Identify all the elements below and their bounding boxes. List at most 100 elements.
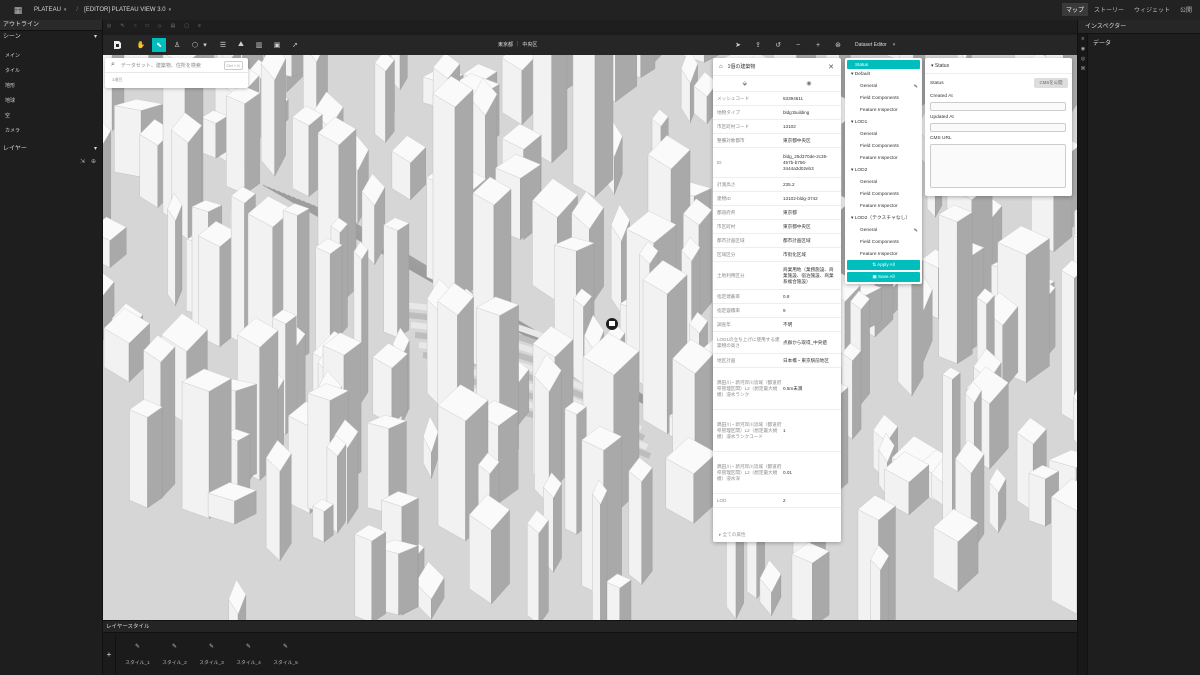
tree-item[interactable]: Field Components bbox=[845, 93, 922, 105]
square-icon[interactable]: □ bbox=[146, 23, 149, 29]
tree-group[interactable]: ▾ LOD1 bbox=[845, 117, 922, 129]
map-icon[interactable]: ▥ bbox=[252, 38, 266, 52]
tab-map[interactable]: マップ bbox=[1061, 3, 1088, 16]
project-name[interactable]: [EDITOR] PLATEAU VIEW 3.0 bbox=[84, 7, 165, 13]
updated-at-label: Updated At bbox=[930, 115, 954, 120]
send-icon[interactable]: ➚ bbox=[288, 38, 302, 52]
apps-grid-icon[interactable]: ▦ bbox=[10, 2, 26, 18]
chevron-down-icon[interactable]: ▾ bbox=[202, 38, 208, 52]
style-item[interactable]: ✎ スタイル_2 bbox=[156, 643, 193, 666]
layer-icon[interactable]: ≡ bbox=[198, 23, 201, 29]
tree-item[interactable]: Feature Inspector bbox=[845, 201, 922, 213]
style-item[interactable]: ✎ スタイル_3 bbox=[193, 643, 230, 666]
circle-icon[interactable]: ○ bbox=[134, 23, 137, 29]
selected-building-marker[interactable] bbox=[606, 318, 618, 330]
attribute-key: LOD bbox=[717, 497, 727, 503]
created-at-field[interactable] bbox=[930, 102, 1066, 111]
code-icon[interactable]: ⌘ bbox=[1078, 64, 1088, 74]
cube-tool-icon[interactable]: ⬡ bbox=[188, 38, 202, 52]
box-icon[interactable]: ▢ bbox=[184, 23, 189, 29]
photo-icon[interactable]: ▣ bbox=[270, 38, 284, 52]
scene-item-terrain[interactable]: 地形 bbox=[0, 79, 102, 94]
tree-item[interactable]: General ✎ bbox=[845, 225, 922, 237]
eye-icon[interactable]: ◉ bbox=[806, 80, 811, 87]
cms-url-field[interactable] bbox=[930, 144, 1066, 188]
dataset-editor-label[interactable]: Dataset Editor bbox=[855, 42, 887, 48]
tab-widget[interactable]: ウィジェット bbox=[1130, 3, 1174, 16]
status-card-title: Status bbox=[934, 63, 950, 69]
scene-header[interactable]: シーン ▾ bbox=[0, 31, 102, 43]
pen-icon[interactable]: ✎ bbox=[120, 23, 124, 29]
scene-item-globe[interactable]: 地球 bbox=[0, 94, 102, 109]
rotate-icon[interactable]: ↺ bbox=[771, 38, 785, 52]
navigation-icon[interactable]: ➤ bbox=[731, 38, 745, 52]
scene-item-tile[interactable]: タイル bbox=[0, 64, 102, 79]
all-attributes-toggle[interactable]: ▸ 全ての属性 bbox=[713, 528, 841, 542]
tab-story[interactable]: ストーリー bbox=[1090, 3, 1128, 16]
tree-item[interactable]: General bbox=[845, 129, 922, 141]
add-style-button[interactable]: + bbox=[103, 634, 116, 675]
attribute-value: 13102 bbox=[783, 123, 796, 129]
chevron-down-icon[interactable]: ▾ bbox=[893, 42, 896, 48]
edit-pencil-icon[interactable]: ✎ bbox=[914, 225, 918, 237]
add-layer-icon[interactable]: ⊕ bbox=[91, 158, 96, 165]
scene-item-sky[interactable]: 空 bbox=[0, 109, 102, 124]
workspace-name[interactable]: PLATEAU bbox=[34, 7, 61, 13]
tree-item[interactable]: Feature Inspector bbox=[845, 105, 922, 117]
style-item[interactable]: ✎ スタイル_1 bbox=[119, 643, 156, 666]
chevron-down-icon[interactable]: ▾ bbox=[94, 31, 97, 43]
layer-icon[interactable]: ≡ bbox=[1078, 34, 1088, 44]
status-button[interactable]: Status bbox=[847, 60, 920, 69]
tree-group[interactable]: ▾ Default bbox=[845, 69, 922, 81]
pedestrian-tool-icon[interactable]: ♙ bbox=[170, 38, 184, 52]
tree-item[interactable]: Feature Inspector bbox=[845, 153, 922, 165]
tree-item[interactable]: Field Components bbox=[845, 237, 922, 249]
tree-item-label: Field Components bbox=[860, 192, 899, 197]
settings-sliders-icon[interactable]: ☰ bbox=[216, 38, 230, 52]
zoom-in-icon[interactable]: + bbox=[811, 38, 825, 52]
tree-item[interactable]: General bbox=[845, 177, 922, 189]
attribute-row: 地区計画 日本橋・東京駅前地区 bbox=[713, 354, 841, 368]
tree-item[interactable]: Field Components bbox=[845, 189, 922, 201]
style-item[interactable]: ✎ スタイル_5 bbox=[267, 643, 304, 666]
globe-icon[interactable]: ◎ bbox=[1078, 54, 1088, 64]
scene-item-main[interactable]: メイン bbox=[0, 49, 102, 64]
share-icon[interactable]: ⇪ bbox=[751, 38, 765, 52]
grid-icon[interactable]: ▤ bbox=[171, 23, 176, 29]
pin-icon[interactable]: ◇ bbox=[158, 23, 162, 29]
save-all-button[interactable]: ▣ Save All bbox=[847, 272, 920, 282]
data-tab[interactable]: データ bbox=[1089, 35, 1115, 50]
terrain-icon[interactable]: ⛰ bbox=[234, 38, 248, 52]
hand-tool-icon[interactable]: ✋ bbox=[134, 38, 148, 52]
collapse-icon[interactable]: ⇲ bbox=[80, 158, 85, 165]
tree-group[interactable]: ▾ LOD2 bbox=[845, 165, 922, 177]
search-input[interactable]: データセット、建築物、住所を検索 bbox=[121, 62, 201, 69]
tree-item[interactable]: General ✎ bbox=[845, 81, 922, 93]
chevron-down-icon[interactable]: ▾ bbox=[169, 7, 172, 13]
layers-icon[interactable]: ⬙ bbox=[743, 80, 748, 87]
tree-item[interactable]: Field Components bbox=[845, 141, 922, 153]
attribute-row: ID bldg_25d370de-2c35-457b-b756-3444a3d02… bbox=[713, 148, 841, 178]
pin-icon[interactable]: ◉ bbox=[1078, 44, 1088, 54]
apply-all-button[interactable]: ⇅ Apply All bbox=[847, 260, 920, 270]
chevron-down-icon[interactable]: ▾ bbox=[64, 7, 67, 13]
select-tool-icon[interactable]: ⬉ bbox=[152, 38, 166, 52]
layer-header[interactable]: レイヤー ▾ bbox=[0, 143, 102, 155]
chevron-down-icon[interactable]: ▾ bbox=[94, 143, 97, 155]
zoom-out-icon[interactable]: − bbox=[791, 38, 805, 52]
updated-at-field[interactable] bbox=[930, 123, 1066, 132]
crumb-prefecture[interactable]: 東京都 bbox=[498, 41, 513, 48]
editor-icon[interactable]: ⊛ bbox=[831, 38, 845, 52]
close-icon[interactable]: ✕ bbox=[828, 63, 834, 71]
crumb-ward[interactable]: 中央区 bbox=[522, 41, 537, 48]
style-item[interactable]: ✎ スタイル_4 bbox=[230, 643, 267, 666]
cms-publish-button[interactable]: CMSを公開 bbox=[1034, 78, 1068, 88]
scene-item-camera[interactable]: カメラ bbox=[0, 124, 102, 139]
edit-pencil-icon[interactable]: ✎ bbox=[914, 81, 918, 93]
tree-group[interactable]: ▾ LOD2（テクスチャなし） bbox=[845, 213, 922, 225]
attribute-value: 市街化区域 bbox=[783, 251, 806, 257]
tree-body: ▾ Default General ✎ Field Components Feature… bbox=[845, 69, 922, 261]
globe-icon[interactable]: ◎ bbox=[107, 23, 111, 29]
tab-publish[interactable]: 公開 bbox=[1176, 3, 1196, 16]
status-card-header[interactable]: ▾ Status bbox=[925, 58, 1072, 74]
